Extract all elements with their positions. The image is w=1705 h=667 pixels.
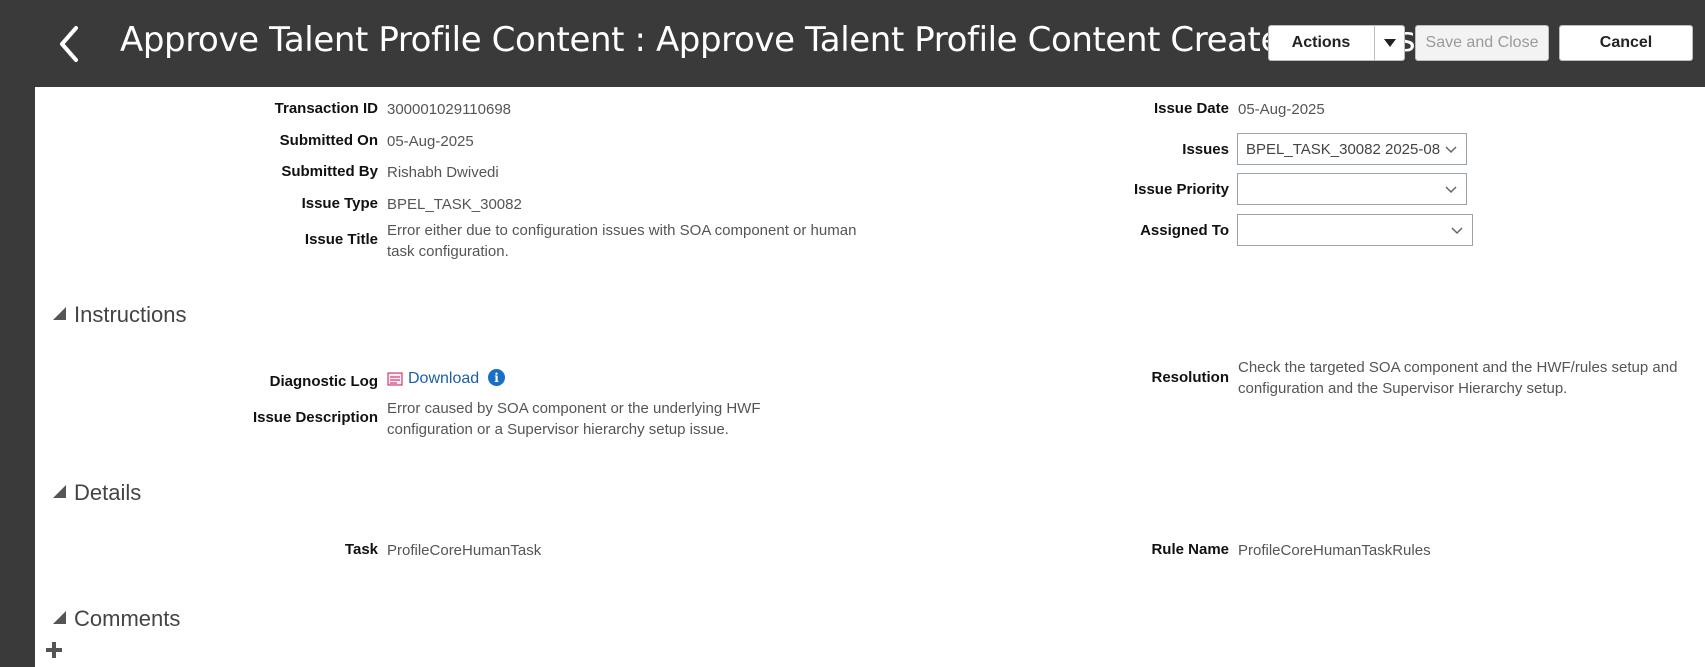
save-and-close-button[interactable]: Save and Close xyxy=(1415,25,1549,61)
page-title: Approve Talent Profile Content : Approve… xyxy=(120,20,1447,60)
collapse-triangle-icon xyxy=(53,610,66,624)
issue-date-label: Issue Date xyxy=(1153,100,1229,117)
issue-title-label: Issue Title xyxy=(304,231,378,248)
download-link[interactable]: Download xyxy=(387,370,479,388)
collapse-triangle-icon xyxy=(53,306,66,320)
issue-date-value: 05-Aug-2025 xyxy=(1238,101,1325,118)
assigned-to-select[interactable] xyxy=(1237,214,1473,246)
submitted-on-value: 05-Aug-2025 xyxy=(387,133,474,150)
diagnostic-log-label: Diagnostic Log xyxy=(269,373,378,390)
chevron-down-icon xyxy=(1451,227,1463,235)
chevron-left-icon xyxy=(60,26,78,62)
issue-type-label: Issue Type xyxy=(301,195,378,212)
resolution-value: Check the targeted SOA component and the… xyxy=(1238,359,1678,397)
transaction-id-value: 300001029110698 xyxy=(387,101,512,118)
resolution-label: Resolution xyxy=(1151,369,1230,386)
comments-section-title: Comments xyxy=(74,606,181,631)
plus-icon xyxy=(46,642,62,658)
page-header: Approve Talent Profile Content : Approve… xyxy=(0,0,1705,87)
issue-description-label: Issue Description xyxy=(252,409,378,426)
caret-down-icon xyxy=(1383,39,1396,47)
comments-section-header[interactable]: Comments xyxy=(53,606,180,632)
cancel-button[interactable]: Cancel xyxy=(1559,25,1693,61)
rule-name-value: ProfileCoreHumanTaskRules xyxy=(1238,542,1431,559)
chevron-down-icon xyxy=(1445,186,1457,194)
assigned-to-label: Assigned To xyxy=(1140,222,1229,239)
task-label: Task xyxy=(344,541,378,558)
chevron-down-icon xyxy=(1445,146,1457,154)
details-section-title: Details xyxy=(74,480,142,505)
issue-priority-select[interactable] xyxy=(1237,173,1467,205)
info-icon[interactable]: i xyxy=(488,369,505,386)
issue-title-value: Error either due to configuration issues… xyxy=(387,222,857,260)
submitted-by-value: Rishabh Dwivedi xyxy=(387,164,499,181)
back-button[interactable] xyxy=(50,22,90,66)
download-label: Download xyxy=(408,370,480,387)
issues-label: Issues xyxy=(1182,141,1229,158)
add-comment-button[interactable] xyxy=(45,641,63,659)
instructions-section-title: Instructions xyxy=(74,302,187,327)
instructions-section-header[interactable]: Instructions xyxy=(53,302,187,328)
log-file-icon xyxy=(387,372,403,386)
actions-dropdown-toggle[interactable] xyxy=(1374,26,1404,60)
transaction-id-label: Transaction ID xyxy=(274,100,378,117)
rule-name-label: Rule Name xyxy=(1151,541,1229,558)
actions-label: Actions xyxy=(1291,34,1351,51)
submitted-by-label: Submitted By xyxy=(281,163,378,180)
issues-select-value: BPEL_TASK_30082 2025-08 xyxy=(1246,140,1441,158)
task-value: ProfileCoreHumanTask xyxy=(387,542,542,559)
left-margin-strip xyxy=(0,87,35,667)
submitted-on-label: Submitted On xyxy=(279,132,378,149)
issue-type-value: BPEL_TASK_30082 xyxy=(387,196,522,213)
issue-priority-label: Issue Priority xyxy=(1133,181,1229,198)
issues-select[interactable]: BPEL_TASK_30082 2025-08 xyxy=(1237,133,1467,165)
issue-description-value: Error caused by SOA component or the und… xyxy=(387,400,761,438)
details-section-header[interactable]: Details xyxy=(53,480,141,506)
actions-button[interactable]: Actions xyxy=(1268,25,1405,61)
collapse-triangle-icon xyxy=(53,484,66,498)
